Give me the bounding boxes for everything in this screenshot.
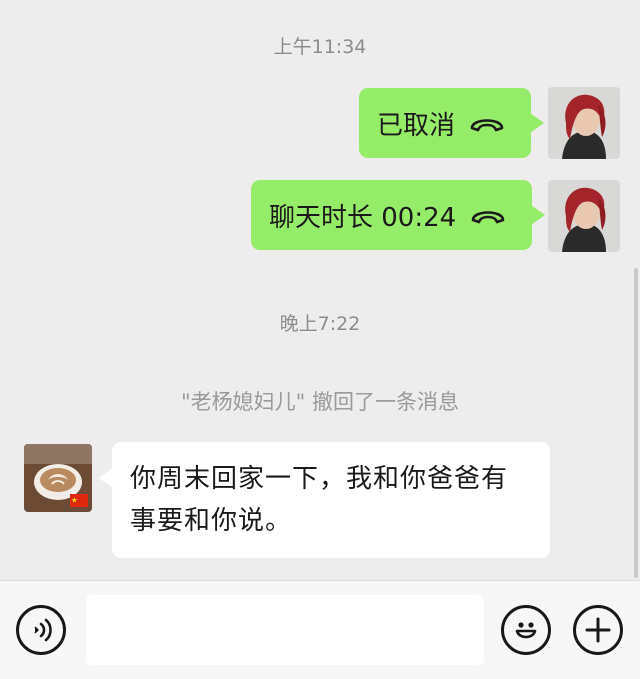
avatar-contact[interactable] — [24, 444, 92, 512]
avatar-self[interactable] — [548, 87, 620, 159]
phone-hangup-icon — [471, 211, 505, 224]
recalled-message-notice: "老杨媳妇儿" 撤回了一条消息 — [181, 390, 459, 414]
plus-icon — [585, 617, 611, 643]
timestamp: 上午11:34 — [273, 36, 367, 58]
message-bubble-outgoing[interactable]: 已取消 — [359, 88, 545, 158]
message-bubble-incoming[interactable]: 你周末回家一下，我和你爸爸有事要和你说。 — [99, 442, 550, 558]
voice-button[interactable] — [16, 605, 66, 655]
more-button[interactable] — [573, 605, 623, 655]
avatar-self[interactable] — [548, 180, 620, 252]
message-input[interactable] — [86, 595, 484, 665]
timestamp: 晚上7:22 — [279, 313, 361, 335]
voice-icon — [34, 618, 52, 642]
chat-area[interactable]: 上午11:34 已取消 聊天时长 00:24 晚上7:22 "老杨媳妇儿" 撤回… — [0, 0, 640, 580]
message-text: 你周末回家一下，我和你爸爸有事要和你说。 — [130, 464, 509, 536]
message-text: 已取消 — [377, 110, 456, 141]
input-bar — [0, 580, 640, 679]
phone-hangup-icon — [470, 119, 504, 132]
message-bubble-outgoing[interactable]: 聊天时长 00:24 — [251, 180, 546, 250]
message-text: 聊天时长 00:24 — [269, 202, 457, 233]
emoji-button[interactable] — [501, 605, 551, 655]
scrollbar[interactable] — [634, 268, 638, 578]
emoji-icon — [515, 622, 537, 639]
